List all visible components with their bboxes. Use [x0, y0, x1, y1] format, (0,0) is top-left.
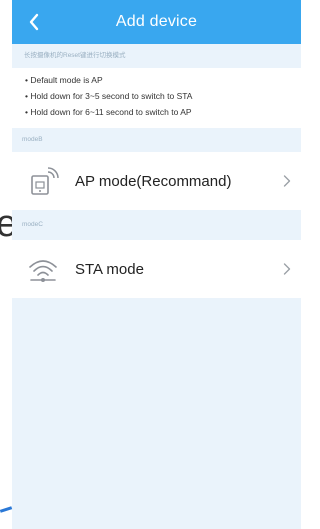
- mode-info-card: • Default mode is AP • Hold down for 3~5…: [12, 68, 301, 128]
- section-label-mode-b: modeB: [22, 136, 43, 143]
- page-title: Add device: [115, 13, 198, 30]
- router-icon: [27, 165, 59, 197]
- back-button[interactable]: [18, 6, 50, 38]
- reset-hint: 长按摄像机的Reset键进行切换模式: [24, 52, 126, 59]
- sta-mode-option[interactable]: STA mode: [12, 240, 301, 298]
- info-line-sta-switch: • Hold down for 3~5 second to switch to …: [25, 91, 193, 101]
- ap-mode-label: AP mode(Recommand): [75, 172, 232, 190]
- chevron-left-icon: [29, 13, 39, 31]
- cable-fragment: [0, 506, 13, 513]
- sta-mode-label: STA mode: [75, 260, 144, 278]
- phone-screen: Add device 长按摄像机的Reset键进行切换模式 • Default …: [12, 0, 301, 529]
- chevron-right-icon: [283, 175, 291, 188]
- section-label-mode-c: modeC: [22, 221, 43, 228]
- chevron-right-icon: [283, 263, 291, 276]
- info-line-ap-switch: • Hold down for 6~11 second to switch to…: [25, 107, 192, 117]
- app-header: Add device: [12, 0, 301, 44]
- ap-mode-option[interactable]: AP mode(Recommand): [12, 152, 301, 210]
- info-line-default-mode: • Default mode is AP: [25, 75, 103, 85]
- wifi-icon: [27, 253, 59, 285]
